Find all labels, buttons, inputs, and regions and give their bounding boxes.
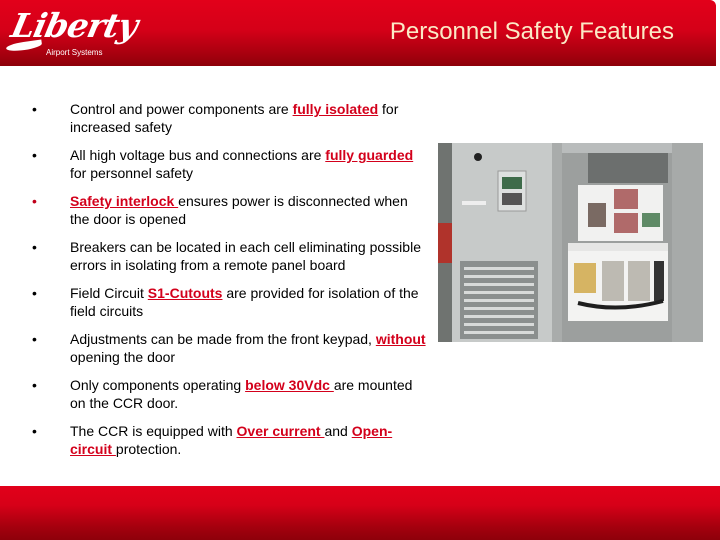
bullet-icon: • xyxy=(32,377,37,393)
bullet-text: Control and power components are xyxy=(70,101,293,117)
highlighted-term: fully isolated xyxy=(292,101,379,117)
bullet-item: • Breakers can be located in each cell el… xyxy=(30,238,430,274)
header-bar: Liberty Airport Systems Personnel Safety… xyxy=(0,0,716,66)
highlighted-term: without xyxy=(375,331,426,347)
bullet-item: • Control and power components are fully … xyxy=(30,100,430,136)
logo-subtext: Airport Systems xyxy=(46,48,103,57)
bullet-text: for personnel safety xyxy=(70,165,193,181)
bullet-item: • Safety interlock ensures power is disco… xyxy=(30,192,430,228)
bullet-item: • Adjustments can be made from the front … xyxy=(30,330,430,366)
logo-text: Liberty xyxy=(7,6,141,45)
cabinet-photo xyxy=(438,143,703,344)
bullet-text: All high voltage bus and connections are xyxy=(70,147,326,163)
highlighted-term: fully guarded xyxy=(325,147,414,163)
cabinet-illustration xyxy=(438,143,703,342)
footer-bar xyxy=(0,486,720,540)
bullet-text: opening the door xyxy=(70,349,176,365)
bullet-icon: • xyxy=(32,331,37,347)
highlighted-term: Over current xyxy=(236,423,325,439)
bullet-text: Field Circuit xyxy=(70,285,148,301)
bullet-icon: • xyxy=(32,193,37,209)
liberty-logo: Liberty Airport Systems xyxy=(5,6,141,58)
bullet-icon: • xyxy=(32,239,37,255)
highlighted-term: S1-Cutouts xyxy=(147,285,223,301)
bullet-item: • Field Circuit S1-Cutouts are provided f… xyxy=(30,284,430,320)
highlighted-term: Safety interlock xyxy=(70,193,179,209)
bullet-text: Adjustments can be made from the front k… xyxy=(70,331,376,347)
highlighted-term: below 30Vdc xyxy=(245,377,334,393)
bullet-text: The CCR is equipped with xyxy=(70,423,237,439)
bullet-icon: • xyxy=(32,285,37,301)
bullet-item: • All high voltage bus and connections ar… xyxy=(30,146,430,182)
bullet-icon: • xyxy=(32,147,37,163)
bullet-icon: • xyxy=(32,101,37,117)
bullet-item: • The CCR is equipped with Over current a… xyxy=(30,422,430,458)
bullet-text: Breakers can be located in each cell eli… xyxy=(70,239,421,273)
bullet-text: Only components operating xyxy=(70,377,246,393)
bullet-item: • Only components operating below 30Vdc a… xyxy=(30,376,430,412)
bullet-text: protection. xyxy=(115,441,182,457)
bullet-text: and xyxy=(324,423,352,439)
bullet-list: • Control and power components are fully … xyxy=(30,100,430,468)
slide-title: Personnel Safety Features xyxy=(389,18,674,45)
bullet-icon: • xyxy=(32,423,37,439)
